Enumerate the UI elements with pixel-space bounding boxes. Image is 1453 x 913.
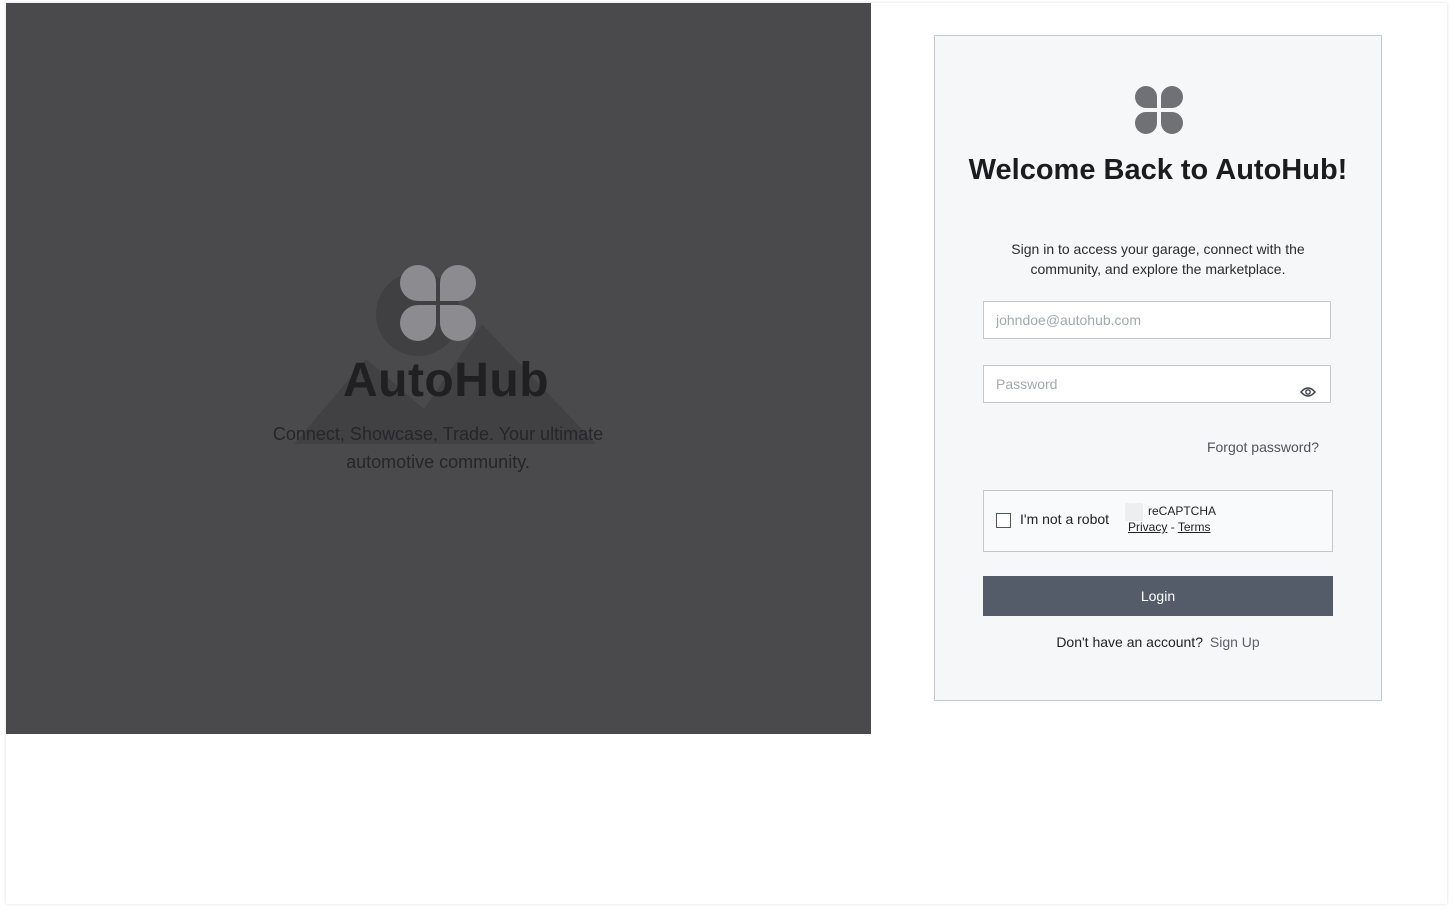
login-card: Welcome Back to AutoHub! Sign in to acce…	[934, 35, 1382, 701]
signup-prompt: Don't have an account?	[1056, 634, 1203, 650]
email-field	[983, 301, 1331, 339]
password-field	[983, 365, 1331, 403]
signup-row: Don't have an account? Sign Up	[935, 634, 1381, 650]
recaptcha-links: Privacy - Terms	[1128, 520, 1210, 534]
page-frame: AutoHub Connect, Showcase, Trade. Your u…	[6, 3, 1447, 904]
recaptcha-label: I'm not a robot	[1020, 511, 1110, 527]
clover-logo-icon	[1135, 86, 1183, 134]
recaptcha-link-separator: -	[1170, 520, 1175, 534]
recaptcha-checkbox[interactable]	[996, 513, 1011, 528]
recaptcha-widget: I'm not a robot reCAPTCHA Privacy - Term…	[983, 490, 1333, 552]
hero-title: AutoHub	[342, 354, 550, 407]
recaptcha-terms-link[interactable]: Terms	[1178, 520, 1211, 534]
hero-tagline: Connect, Showcase, Trade. Your ultimate …	[272, 424, 604, 472]
recaptcha-privacy-link[interactable]: Privacy	[1128, 520, 1167, 534]
eye-icon[interactable]	[1300, 386, 1316, 398]
email-input[interactable]	[984, 302, 1330, 338]
login-subtitle: Sign in to access your garage, connect w…	[1011, 241, 1305, 277]
login-title: Welcome Back to AutoHub!	[968, 154, 1348, 186]
recaptcha-brand: reCAPTCHA	[1148, 504, 1217, 518]
signup-link[interactable]: Sign Up	[1210, 634, 1260, 650]
login-button[interactable]: Login	[983, 576, 1333, 616]
hero-panel: AutoHub Connect, Showcase, Trade. Your u…	[6, 3, 871, 734]
clover-logo-icon	[400, 265, 476, 341]
forgot-password-link[interactable]: Forgot password?	[1207, 439, 1319, 455]
password-input[interactable]	[984, 366, 1330, 402]
recaptcha-icon	[1125, 503, 1143, 521]
